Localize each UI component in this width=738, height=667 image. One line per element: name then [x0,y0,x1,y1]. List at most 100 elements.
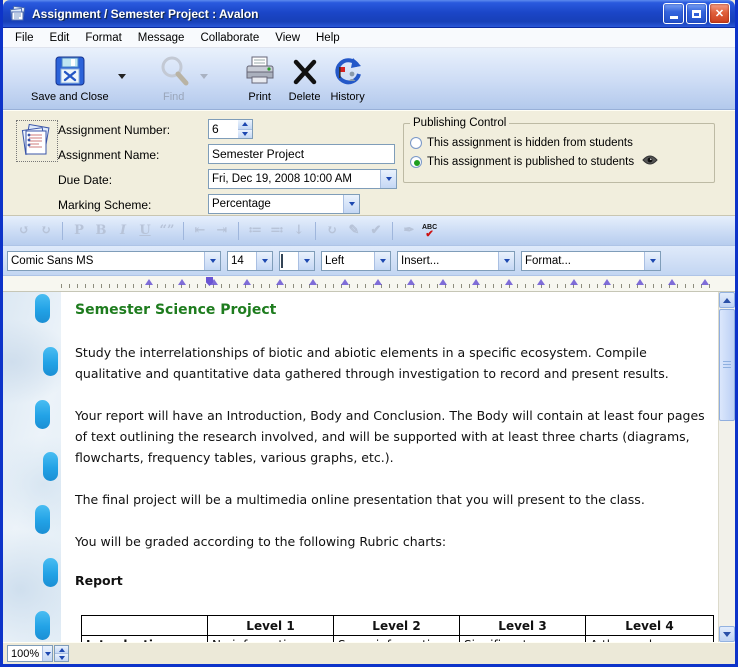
pencil-icon[interactable]: ✎ [343,220,365,242]
redo-icon[interactable]: ↻ [35,220,57,242]
scrollbar-track[interactable] [719,422,735,626]
assignment-form: Assignment Number: Assignment Name: Due … [3,110,735,216]
cell-level-3: Significant information given reader is … [460,636,586,643]
ruler [3,276,735,292]
font-size-dropdown[interactable]: 14 [227,251,273,271]
history-button[interactable]: History [330,53,364,103]
save-floppy-icon [53,53,87,89]
format-arrow[interactable] [644,252,660,270]
align-arrow[interactable] [374,252,390,270]
font-family-arrow[interactable] [204,252,220,270]
status-bar: 100% [3,642,735,664]
undo-icon[interactable]: ↺ [13,220,35,242]
cell-introduction: Introduction [82,636,208,643]
scroll-down-button[interactable] [719,626,735,642]
minimize-button[interactable] [663,3,684,24]
history-icon [331,53,365,89]
marking-scheme-label: Marking Scheme: [58,198,151,212]
zoom-arrow[interactable] [42,646,52,661]
stationery-margin [3,292,61,642]
report-heading: Report [75,573,710,588]
menu-help[interactable]: Help [308,30,348,46]
header-empty [82,616,208,636]
bullet-list-icon[interactable]: ≔ [244,220,266,242]
editor-content[interactable]: Semester Science Project Study the inter… [61,292,718,642]
menu-collaborate[interactable]: Collaborate [192,30,267,46]
radio-hidden[interactable] [410,137,422,149]
due-date-arrow[interactable] [380,170,396,188]
maximize-button[interactable] [686,3,707,24]
insert-value: Insert... [398,255,498,267]
insert-dropdown[interactable]: Insert... [397,251,515,271]
cell-level-1: No information given as to what to expec… [208,636,334,643]
publishing-control-legend: Publishing Control [410,117,509,129]
find-magnifier-icon [157,53,191,89]
zoom-up-arrow[interactable] [55,646,68,653]
main-toolbar: Save and Close Find [3,48,735,110]
vertical-scrollbar[interactable] [718,292,735,642]
cell-level-2: Some information given as to what to exp… [334,636,460,643]
font-size-arrow[interactable] [256,252,272,270]
zoom-stepper[interactable] [54,645,69,662]
save-dropdown-arrow[interactable] [115,58,129,94]
assignment-notes-icon [16,120,58,162]
bold-icon[interactable]: B [90,220,112,242]
scrollbar-thumb[interactable] [719,309,735,421]
radio-hidden-option[interactable]: This assignment is hidden from students [410,133,708,152]
marking-scheme-dropdown[interactable]: Percentage [208,194,360,214]
numbered-list-icon[interactable]: ≕ [266,220,288,242]
italic-icon[interactable]: I [112,220,134,242]
zoom-dropdown[interactable]: 100% [7,645,53,662]
signature-icon[interactable]: ✒ [398,220,420,242]
format-dropdown[interactable]: Format... [521,251,661,271]
format-value: Format... [522,255,644,267]
scroll-up-button[interactable] [719,292,735,308]
close-button[interactable]: ✕ [709,3,730,24]
window-title: Assignment / Semester Project : Avalon [32,7,661,21]
number-down-arrow[interactable] [238,129,252,139]
radio-hidden-label: This assignment is hidden from students [427,137,633,149]
title-bar: Assignment / Semester Project : Avalon ✕ [3,0,735,28]
save-and-close-button[interactable]: Save and Close [31,53,109,103]
paragraph: Study the interrelationships of biotic a… [75,342,710,384]
font-family-value: Comic Sans MS [8,255,204,267]
publishing-control-group: Publishing Control This assignment is hi… [403,117,715,183]
menu-format[interactable]: Format [77,30,129,46]
number-up-arrow[interactable] [238,120,252,129]
font-color-arrow[interactable] [298,252,314,270]
find-button[interactable]: Find [157,53,191,103]
due-date-dropdown[interactable]: Fri, Dec 19, 2008 10:00 AM [208,169,397,189]
menu-message[interactable]: Message [130,30,193,46]
accept-changes-icon[interactable]: ✔ [365,220,387,242]
align-dropdown[interactable]: Left [321,251,391,271]
zoom-value: 100% [8,648,42,660]
zoom-down-arrow[interactable] [55,653,68,661]
marking-scheme-arrow[interactable] [343,195,359,213]
refresh-icon[interactable]: ↻ [321,220,343,242]
indent-icon[interactable]: ⇥ [211,220,233,242]
find-dropdown-arrow [197,58,211,94]
spellcheck-icon[interactable]: ABC ✔ [422,224,437,238]
marking-scheme-value: Percentage [209,198,343,210]
paragraph-icon[interactable]: P [68,220,90,242]
menu-view[interactable]: View [267,30,308,46]
print-button[interactable]: Print [243,53,277,103]
insert-arrow[interactable] [498,252,514,270]
font-color-dropdown[interactable] [279,251,315,271]
header-level-4: Level 4 [586,616,714,636]
assignment-number-input[interactable] [208,119,238,139]
radio-published[interactable] [410,156,422,168]
find-label: Find [163,91,184,103]
delete-button[interactable]: Delete [289,53,321,103]
assignment-name-input[interactable] [208,144,395,164]
radio-published-option[interactable]: This assignment is published to students [410,152,708,171]
underline-icon[interactable]: U [134,220,156,242]
menu-edit[interactable]: Edit [42,30,78,46]
menu-file[interactable]: File [7,30,42,46]
quote-icon[interactable]: “” [156,220,178,242]
header-level-2: Level 2 [334,616,460,636]
font-family-dropdown[interactable]: Comic Sans MS [7,251,221,271]
assignment-number-stepper[interactable] [208,119,253,139]
insert-below-icon[interactable]: ↓ [288,220,310,242]
outdent-icon[interactable]: ⇤ [189,220,211,242]
